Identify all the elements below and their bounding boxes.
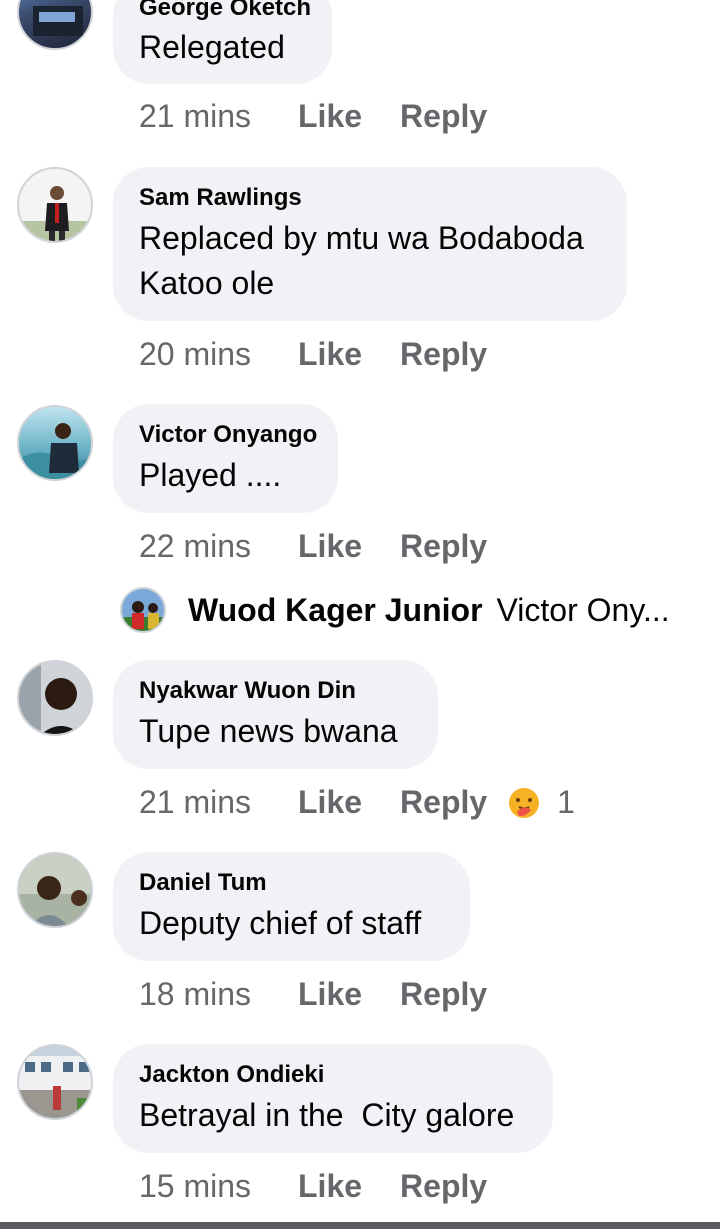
comment-author[interactable]: Sam Rawlings	[139, 184, 302, 214]
comment-text-line: Katoo ole	[139, 265, 275, 301]
comment-bubble[interactable]: George Oketch Relegated	[113, 0, 332, 84]
comment-bubble[interactable]: Victor Onyango Played ....	[113, 404, 338, 513]
comment-text: Betrayal in the City galore	[139, 1097, 515, 1133]
comment-author[interactable]: Victor Onyango	[139, 421, 317, 451]
comment-text-line: Replaced by mtu wa Bodaboda	[139, 220, 584, 256]
comment-bubble[interactable]: Sam Rawlings Replaced by mtu wa Bodaboda…	[113, 167, 627, 321]
comment-bubble[interactable]: Jackton Ondieki Betrayal in the City gal…	[113, 1044, 553, 1153]
like-button[interactable]: Like	[298, 528, 362, 565]
like-button[interactable]: Like	[298, 976, 362, 1013]
reply-button[interactable]: Reply	[400, 1168, 487, 1205]
profile-photo-icon	[19, 662, 81, 734]
comment-actions: 21 mins Like Reply 1	[139, 784, 575, 821]
like-button[interactable]: Like	[298, 1168, 362, 1205]
reply-button[interactable]: Reply	[400, 98, 487, 135]
profile-photo-icon	[33, 6, 83, 36]
bottom-divider	[0, 1222, 720, 1229]
comment-text: Deputy chief of staff	[139, 905, 422, 941]
comment-author[interactable]: Nyakwar Wuon Din	[139, 677, 356, 707]
reply-button[interactable]: Reply	[400, 976, 487, 1013]
reply-button[interactable]: Reply	[400, 784, 487, 821]
comment-text: Played ....	[139, 457, 282, 493]
avatar[interactable]	[17, 660, 93, 736]
avatar[interactable]	[17, 167, 93, 243]
comment-actions: 18 mins Like Reply	[139, 976, 525, 1013]
reply-author[interactable]: Wuod Kager Junior	[188, 592, 483, 629]
comment-time[interactable]: 18 mins	[139, 976, 298, 1013]
comment-actions: 20 mins Like Reply	[139, 336, 525, 373]
avatar[interactable]	[17, 405, 93, 481]
profile-photo-icon	[19, 1056, 91, 1118]
profile-photo-icon	[122, 601, 164, 631]
reply-snippet: Victor Ony...	[496, 591, 670, 628]
profile-photo-icon	[19, 854, 91, 926]
comment-time[interactable]: 21 mins	[139, 784, 298, 821]
reply-button[interactable]: Reply	[400, 336, 487, 373]
comment-time[interactable]: 15 mins	[139, 1168, 298, 1205]
like-button[interactable]: Like	[298, 98, 362, 135]
avatar[interactable]	[17, 0, 93, 50]
comment-author[interactable]: George Oketch	[139, 0, 311, 24]
comment-author[interactable]: Daniel Tum	[139, 869, 267, 899]
comment-time[interactable]: 20 mins	[139, 336, 298, 373]
comment-bubble[interactable]: Nyakwar Wuon Din Tupe news bwana	[113, 660, 438, 769]
avatar[interactable]	[17, 852, 93, 928]
comment-actions: 22 mins Like Reply	[139, 528, 525, 565]
care-reaction-icon[interactable]	[507, 786, 541, 820]
reaction-count[interactable]: 1	[557, 784, 575, 821]
comment-text: Relegated	[139, 29, 285, 65]
avatar[interactable]	[17, 1044, 93, 1120]
comment-time[interactable]: 22 mins	[139, 528, 298, 565]
comment-actions: 15 mins Like Reply	[139, 1168, 525, 1205]
comment-actions: 21 mins Like Reply	[139, 98, 525, 135]
profile-photo-icon	[19, 186, 91, 241]
reply-button[interactable]: Reply	[400, 528, 487, 565]
reply-preview[interactable]: Wuod Kager Junior Victor Ony...	[120, 584, 670, 636]
profile-photo-icon	[19, 423, 91, 479]
like-button[interactable]: Like	[298, 336, 362, 373]
like-button[interactable]: Like	[298, 784, 362, 821]
comment-author[interactable]: Jackton Ondieki	[139, 1061, 324, 1091]
comment-bubble[interactable]: Daniel Tum Deputy chief of staff	[113, 852, 470, 961]
avatar[interactable]	[120, 587, 166, 633]
comment-time[interactable]: 21 mins	[139, 98, 298, 135]
comment-text: Tupe news bwana	[139, 713, 398, 749]
